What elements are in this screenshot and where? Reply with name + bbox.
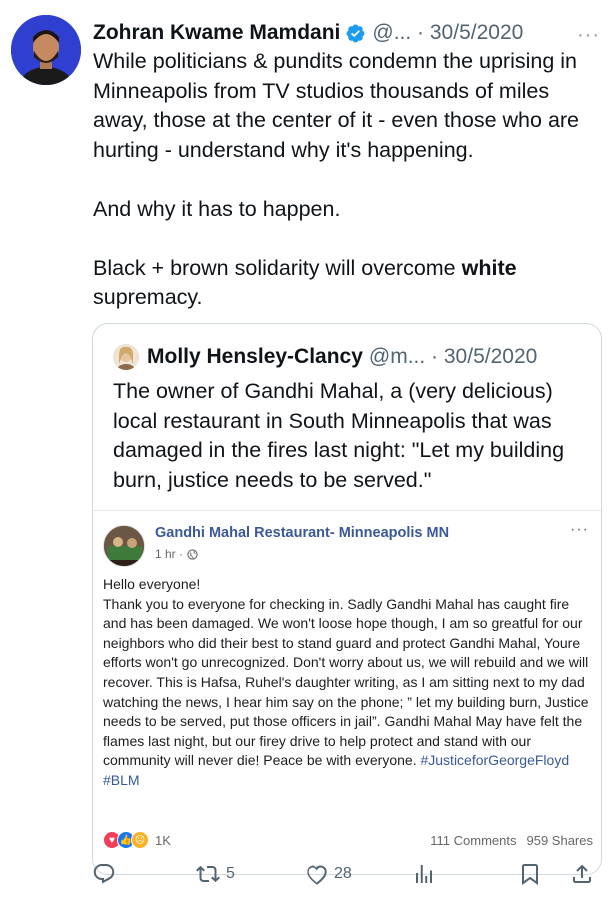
- fb-page-avatar: [103, 525, 145, 567]
- heart-icon: [307, 865, 327, 885]
- verified-badge-icon: [346, 24, 365, 42]
- tweet-paragraph: And why it has to happen.: [93, 196, 341, 221]
- quote-text: The owner of Gandhi Mahal, a (very delic…: [113, 379, 565, 492]
- fb-page-name: Gandhi Mahal Restaurant- Minneapolis MN: [155, 525, 450, 541]
- globe-icon: [187, 548, 198, 560]
- bold-text: white: [461, 255, 517, 280]
- tweet-header: Zohran Kwame Mamdani @... · 30/5/2020: [93, 16, 604, 50]
- tweet-paragraph: While politicians & pundits condemn the …: [93, 49, 580, 162]
- share-button[interactable]: [570, 862, 594, 886]
- quote-author-handle-date: @m... · 30/5/2020: [368, 345, 538, 368]
- quote-author-avatar: [113, 344, 139, 370]
- quote-author-name: Molly Hensley-Clancy: [147, 345, 363, 368]
- reply-button[interactable]: [92, 862, 116, 886]
- fb-more-icon: ···: [570, 521, 589, 538]
- retweet-button[interactable]: 5: [196, 862, 235, 886]
- like-button[interactable]: 28: [304, 862, 352, 886]
- quoted-tweet[interactable]: Molly Hensley-Clancy @m... · 30/5/2020 T…: [92, 323, 602, 875]
- quote-header: Molly Hensley-Clancy @m... · 30/5/2020: [113, 342, 537, 372]
- fb-post-time: 1 hr ·: [155, 547, 184, 561]
- retweet-icon: [196, 865, 220, 883]
- views-button[interactable]: [412, 862, 436, 886]
- share-count: 959 Shares: [526, 832, 594, 848]
- sad-reaction-icon: ☹: [131, 831, 149, 849]
- share-icon: [573, 864, 591, 883]
- fb-post-text: Hello everyone! Thank you to everyone fo…: [103, 576, 589, 769]
- facebook-post-screenshot: Gandhi Mahal Restaurant- Minneapolis MN …: [93, 510, 601, 874]
- more-options-icon[interactable]: ···: [577, 25, 600, 45]
- retweet-count: 5: [226, 865, 235, 882]
- fb-post-stats: ♥ 👍 ☹ 1K 111 Comments 959 Shares: [103, 829, 593, 851]
- reaction-icons: ♥ 👍 ☹: [103, 831, 149, 849]
- reaction-count: 1K: [155, 832, 171, 848]
- reply-icon: [93, 864, 115, 884]
- fb-post-body: Hello everyone! Thank you to everyone fo…: [103, 575, 593, 791]
- bookmark-icon: [522, 864, 538, 885]
- bookmark-button[interactable]: [518, 862, 542, 886]
- author-handle-date[interactable]: @... · 30/5/2020: [372, 21, 523, 45]
- author-avatar[interactable]: [11, 15, 81, 85]
- views-icon: [416, 865, 432, 883]
- like-count: 28: [334, 865, 352, 882]
- author-name[interactable]: Zohran Kwame Mamdani: [93, 21, 340, 45]
- tweet-actions: 5 28: [92, 862, 602, 896]
- tweet-text: While politicians & pundits condemn the …: [93, 47, 603, 313]
- tweet-paragraph: Black + brown solidarity will overcome w…: [93, 255, 517, 310]
- fb-post-meta: 1 hr ·: [155, 547, 198, 561]
- comment-count: 111 Comments: [430, 832, 517, 848]
